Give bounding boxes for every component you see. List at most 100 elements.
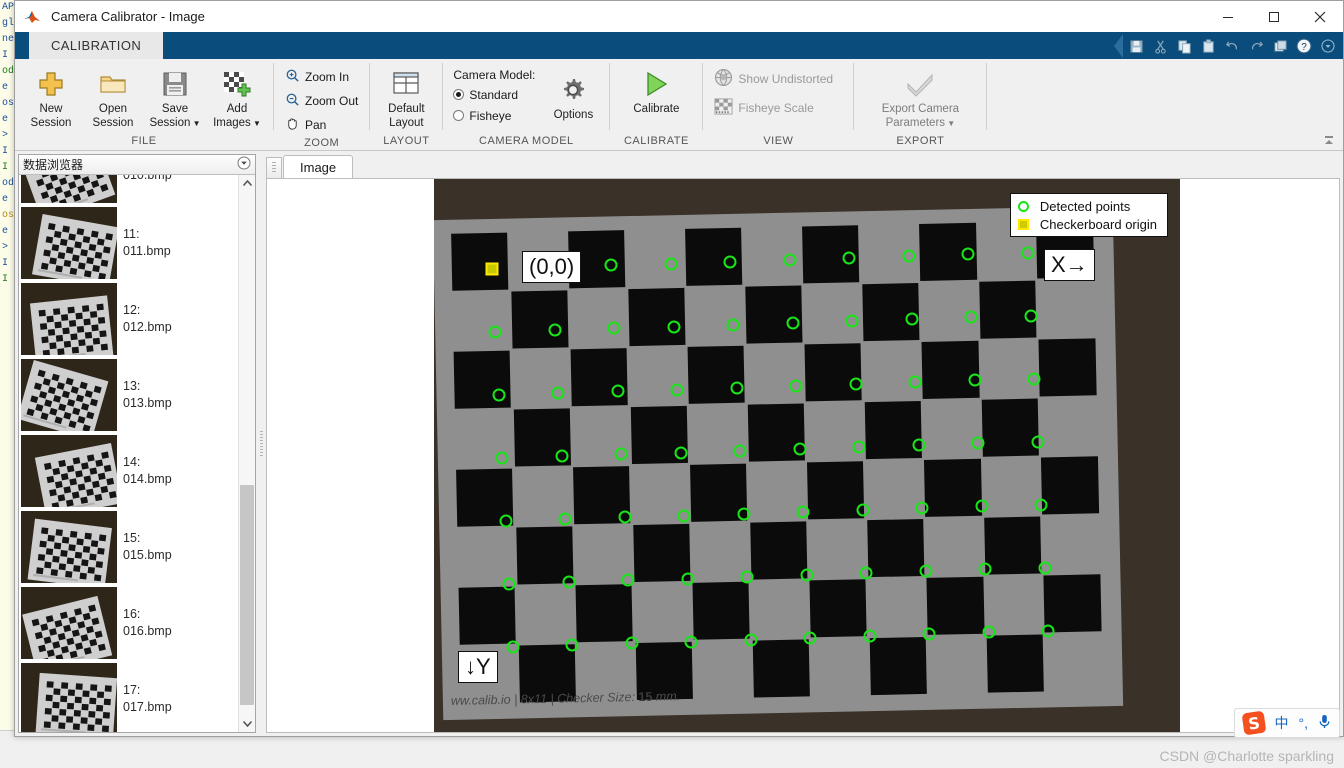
ime-language-icon[interactable]: 中 <box>1275 713 1289 733</box>
ribbon-group-file-label: FILE <box>131 135 157 147</box>
layout-icon[interactable] <box>1269 35 1291 57</box>
detected-point <box>558 512 572 526</box>
zoom-out-button[interactable]: Zoom Out <box>280 89 363 112</box>
detected-point <box>859 566 873 580</box>
collapse-ribbon-icon[interactable] <box>1321 134 1337 148</box>
list-item-label: 17: 017.bmp <box>123 682 172 716</box>
calibrate-button[interactable]: Calibrate <box>620 64 692 116</box>
thumbnail-image <box>21 435 117 507</box>
list-item-index: 12: <box>123 303 141 317</box>
options-button[interactable]: Options <box>543 70 603 122</box>
ime-microphone-icon[interactable] <box>1318 714 1331 732</box>
qat-dropdown-icon[interactable] <box>1317 35 1339 57</box>
list-item[interactable]: 10:010.bmp <box>19 175 238 205</box>
list-item-filename: 016.bmp <box>123 624 172 638</box>
camera-calibrator-window: Camera Calibrator - Image CALIBRATION ? … <box>14 0 1344 737</box>
help-icon[interactable]: ? <box>1293 35 1315 57</box>
ribbon-group-export: Export Camera Parameters ▼ EXPORT <box>854 59 986 151</box>
tab-image[interactable]: Image <box>283 155 354 178</box>
ime-toolbar[interactable]: S 中 °, <box>1233 708 1340 738</box>
show-undistorted-button[interactable]: Show Undistorted <box>709 67 838 90</box>
detected-point <box>919 564 933 578</box>
ribbon-group-calibrate-label: CALIBRATE <box>623 135 689 147</box>
ribbon-group-view: Show Undistorted Fisheye Scale VIEW <box>703 59 853 151</box>
zoom-out-label: Zoom Out <box>305 93 359 108</box>
pan-button[interactable]: Pan <box>280 113 331 136</box>
scroll-track[interactable] <box>239 192 255 715</box>
save-session-button[interactable]: Save Session ▼ <box>145 64 205 131</box>
ribbon-group-zoom: Zoom In Zoom Out Pan ZOOM <box>274 59 369 151</box>
thumbnail-image <box>21 587 117 659</box>
add-images-button[interactable]: Add Images ▼ <box>207 64 267 131</box>
minimize-button[interactable] <box>1205 1 1251 32</box>
detected-point <box>968 373 982 387</box>
export-caret-icon[interactable]: ▼ <box>945 119 955 128</box>
detected-point <box>845 314 859 328</box>
save-session-caret-icon[interactable]: ▼ <box>190 119 201 128</box>
detected-point <box>492 388 506 402</box>
close-button[interactable] <box>1297 1 1343 32</box>
chevron-down-circle-icon[interactable] <box>237 156 251 173</box>
redo-icon[interactable] <box>1245 35 1267 57</box>
drag-grip-icon[interactable] <box>266 157 282 178</box>
detected-point <box>849 377 863 391</box>
list-item[interactable]: 14: 014.bmp <box>19 433 238 509</box>
zoom-in-label: Zoom In <box>305 69 350 84</box>
detected-point <box>502 577 516 591</box>
zoom-in-button[interactable]: Zoom In <box>280 65 354 88</box>
list-item[interactable]: 13: 013.bmp <box>19 357 238 433</box>
sogou-logo-icon[interactable]: S <box>1241 710 1266 736</box>
svg-text:?: ? <box>1301 42 1307 53</box>
scroll-thumb[interactable] <box>240 484 254 705</box>
camera-model-standard-radio[interactable]: Standard <box>453 84 535 105</box>
maximize-button[interactable] <box>1251 1 1297 32</box>
list-item-index: 15: <box>123 531 141 545</box>
camera-model-title: Camera Model: <box>453 68 536 82</box>
panel-splitter[interactable] <box>256 151 266 736</box>
list-item[interactable]: 12: 012.bmp <box>19 281 238 357</box>
copy-icon[interactable] <box>1173 35 1195 57</box>
fisheye-scale-button[interactable]: Fisheye Scale <box>709 96 818 119</box>
detected-point <box>740 570 754 584</box>
legend-detected-label: Detected points <box>1039 198 1131 214</box>
ime-punctuation-icon[interactable]: °, <box>1299 715 1309 731</box>
list-item-index: 17: <box>123 683 141 697</box>
image-list[interactable]: 10:010.bmp 11: 011.bmp 12: 012.bmp 13: 013.… <box>19 175 238 732</box>
splitter-grip-icon <box>259 430 263 457</box>
default-layout-label-2: Layout <box>389 117 424 129</box>
list-item-index: 13: <box>123 379 141 393</box>
default-layout-button[interactable]: Default Layout <box>376 64 436 130</box>
image-document-body: ww.calib.io | 8x11 | Checker Size: 15 mm… <box>266 178 1340 733</box>
detected-point <box>625 636 639 650</box>
list-item[interactable]: 15: 015.bmp <box>19 509 238 585</box>
open-session-button[interactable]: Open Session <box>83 64 143 130</box>
paste-icon[interactable] <box>1197 35 1219 57</box>
add-images-caret-icon[interactable]: ▼ <box>251 119 261 128</box>
detected-point <box>723 255 737 269</box>
detected-point <box>670 383 684 397</box>
list-item[interactable]: 16: 016.bmp <box>19 585 238 661</box>
cut-icon[interactable] <box>1149 35 1171 57</box>
calibration-image-canvas[interactable]: ww.calib.io | 8x11 | Checker Size: 15 mm… <box>434 179 1180 732</box>
list-item[interactable]: 17: 017.bmp <box>19 661 238 732</box>
pan-hand-icon <box>285 116 300 134</box>
default-layout-label-1: Default <box>388 103 425 115</box>
new-session-button[interactable]: New Session <box>21 64 81 130</box>
ribbon-tab-strip: CALIBRATION ? <box>15 32 1343 59</box>
image-list-scrollbar[interactable] <box>238 175 255 732</box>
save-icon[interactable] <box>1125 35 1147 57</box>
detected-point <box>800 568 814 582</box>
scroll-up-button[interactable] <box>239 175 255 192</box>
scroll-down-button[interactable] <box>239 715 255 732</box>
tab-calibration[interactable]: CALIBRATION <box>29 32 164 59</box>
detected-point <box>664 257 677 271</box>
data-browser-header: 数据浏览器 <box>19 155 255 175</box>
layout-grid-icon <box>391 67 421 101</box>
detected-point <box>856 503 870 517</box>
export-camera-parameters-button[interactable]: Export Camera Parameters ▼ <box>866 64 974 131</box>
undo-icon[interactable] <box>1221 35 1243 57</box>
pan-label: Pan <box>305 117 327 132</box>
camera-model-fisheye-radio[interactable]: Fisheye <box>453 105 535 126</box>
list-item[interactable]: 11: 011.bmp <box>19 205 238 281</box>
export-label-2: Parameters <box>885 117 946 129</box>
